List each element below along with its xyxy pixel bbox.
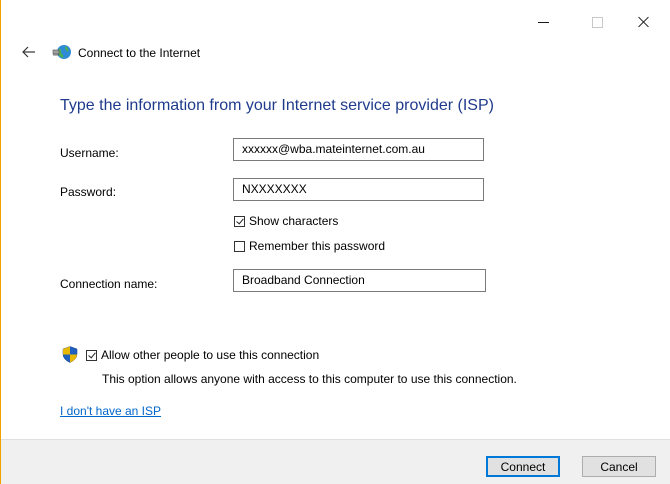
- maximize-icon: [591, 16, 603, 28]
- username-input[interactable]: xxxxxx@wba.mateinternet.com.au: [233, 138, 484, 161]
- username-label: Username:: [60, 146, 119, 160]
- show-characters-checkbox-row[interactable]: Show characters: [234, 214, 338, 228]
- allow-others-checkbox-row[interactable]: Allow other people to use this connectio…: [86, 348, 319, 362]
- show-characters-label: Show characters: [249, 214, 339, 228]
- no-isp-link[interactable]: I don't have an ISP: [60, 404, 161, 418]
- allow-others-label: Allow other people to use this connectio…: [101, 348, 320, 362]
- cancel-button[interactable]: Cancel: [582, 456, 656, 477]
- page-heading: Type the information from your Internet …: [60, 97, 494, 114]
- dialog-footer: [1, 439, 670, 484]
- show-characters-checkbox[interactable]: [234, 215, 245, 227]
- password-label: Password:: [60, 185, 117, 199]
- allow-others-checkbox[interactable]: [86, 349, 97, 361]
- window-title: Connect to the Internet: [78, 46, 201, 60]
- remember-password-checkbox-row[interactable]: Remember this password: [234, 239, 385, 253]
- maximize-button[interactable]: [574, 8, 620, 36]
- close-button[interactable]: [621, 8, 667, 36]
- close-icon: [638, 16, 650, 28]
- uac-shield-icon: [62, 346, 78, 363]
- remember-password-label: Remember this password: [249, 239, 386, 253]
- back-arrow-icon[interactable]: [21, 44, 37, 60]
- network-globe-icon: [52, 45, 71, 59]
- minimize-button[interactable]: [520, 8, 566, 36]
- connection-name-label: Connection name:: [60, 277, 158, 291]
- connection-name-input[interactable]: Broadband Connection: [233, 269, 486, 292]
- password-input[interactable]: NXXXXXXX: [233, 178, 484, 201]
- allow-others-description: This option allows anyone with access to…: [102, 372, 517, 386]
- minimize-icon: [537, 21, 549, 23]
- remember-password-checkbox[interactable]: [234, 240, 245, 252]
- connect-button[interactable]: Connect: [486, 456, 560, 477]
- connect-to-internet-window: Connect to the Internet Type the informa…: [0, 0, 670, 484]
